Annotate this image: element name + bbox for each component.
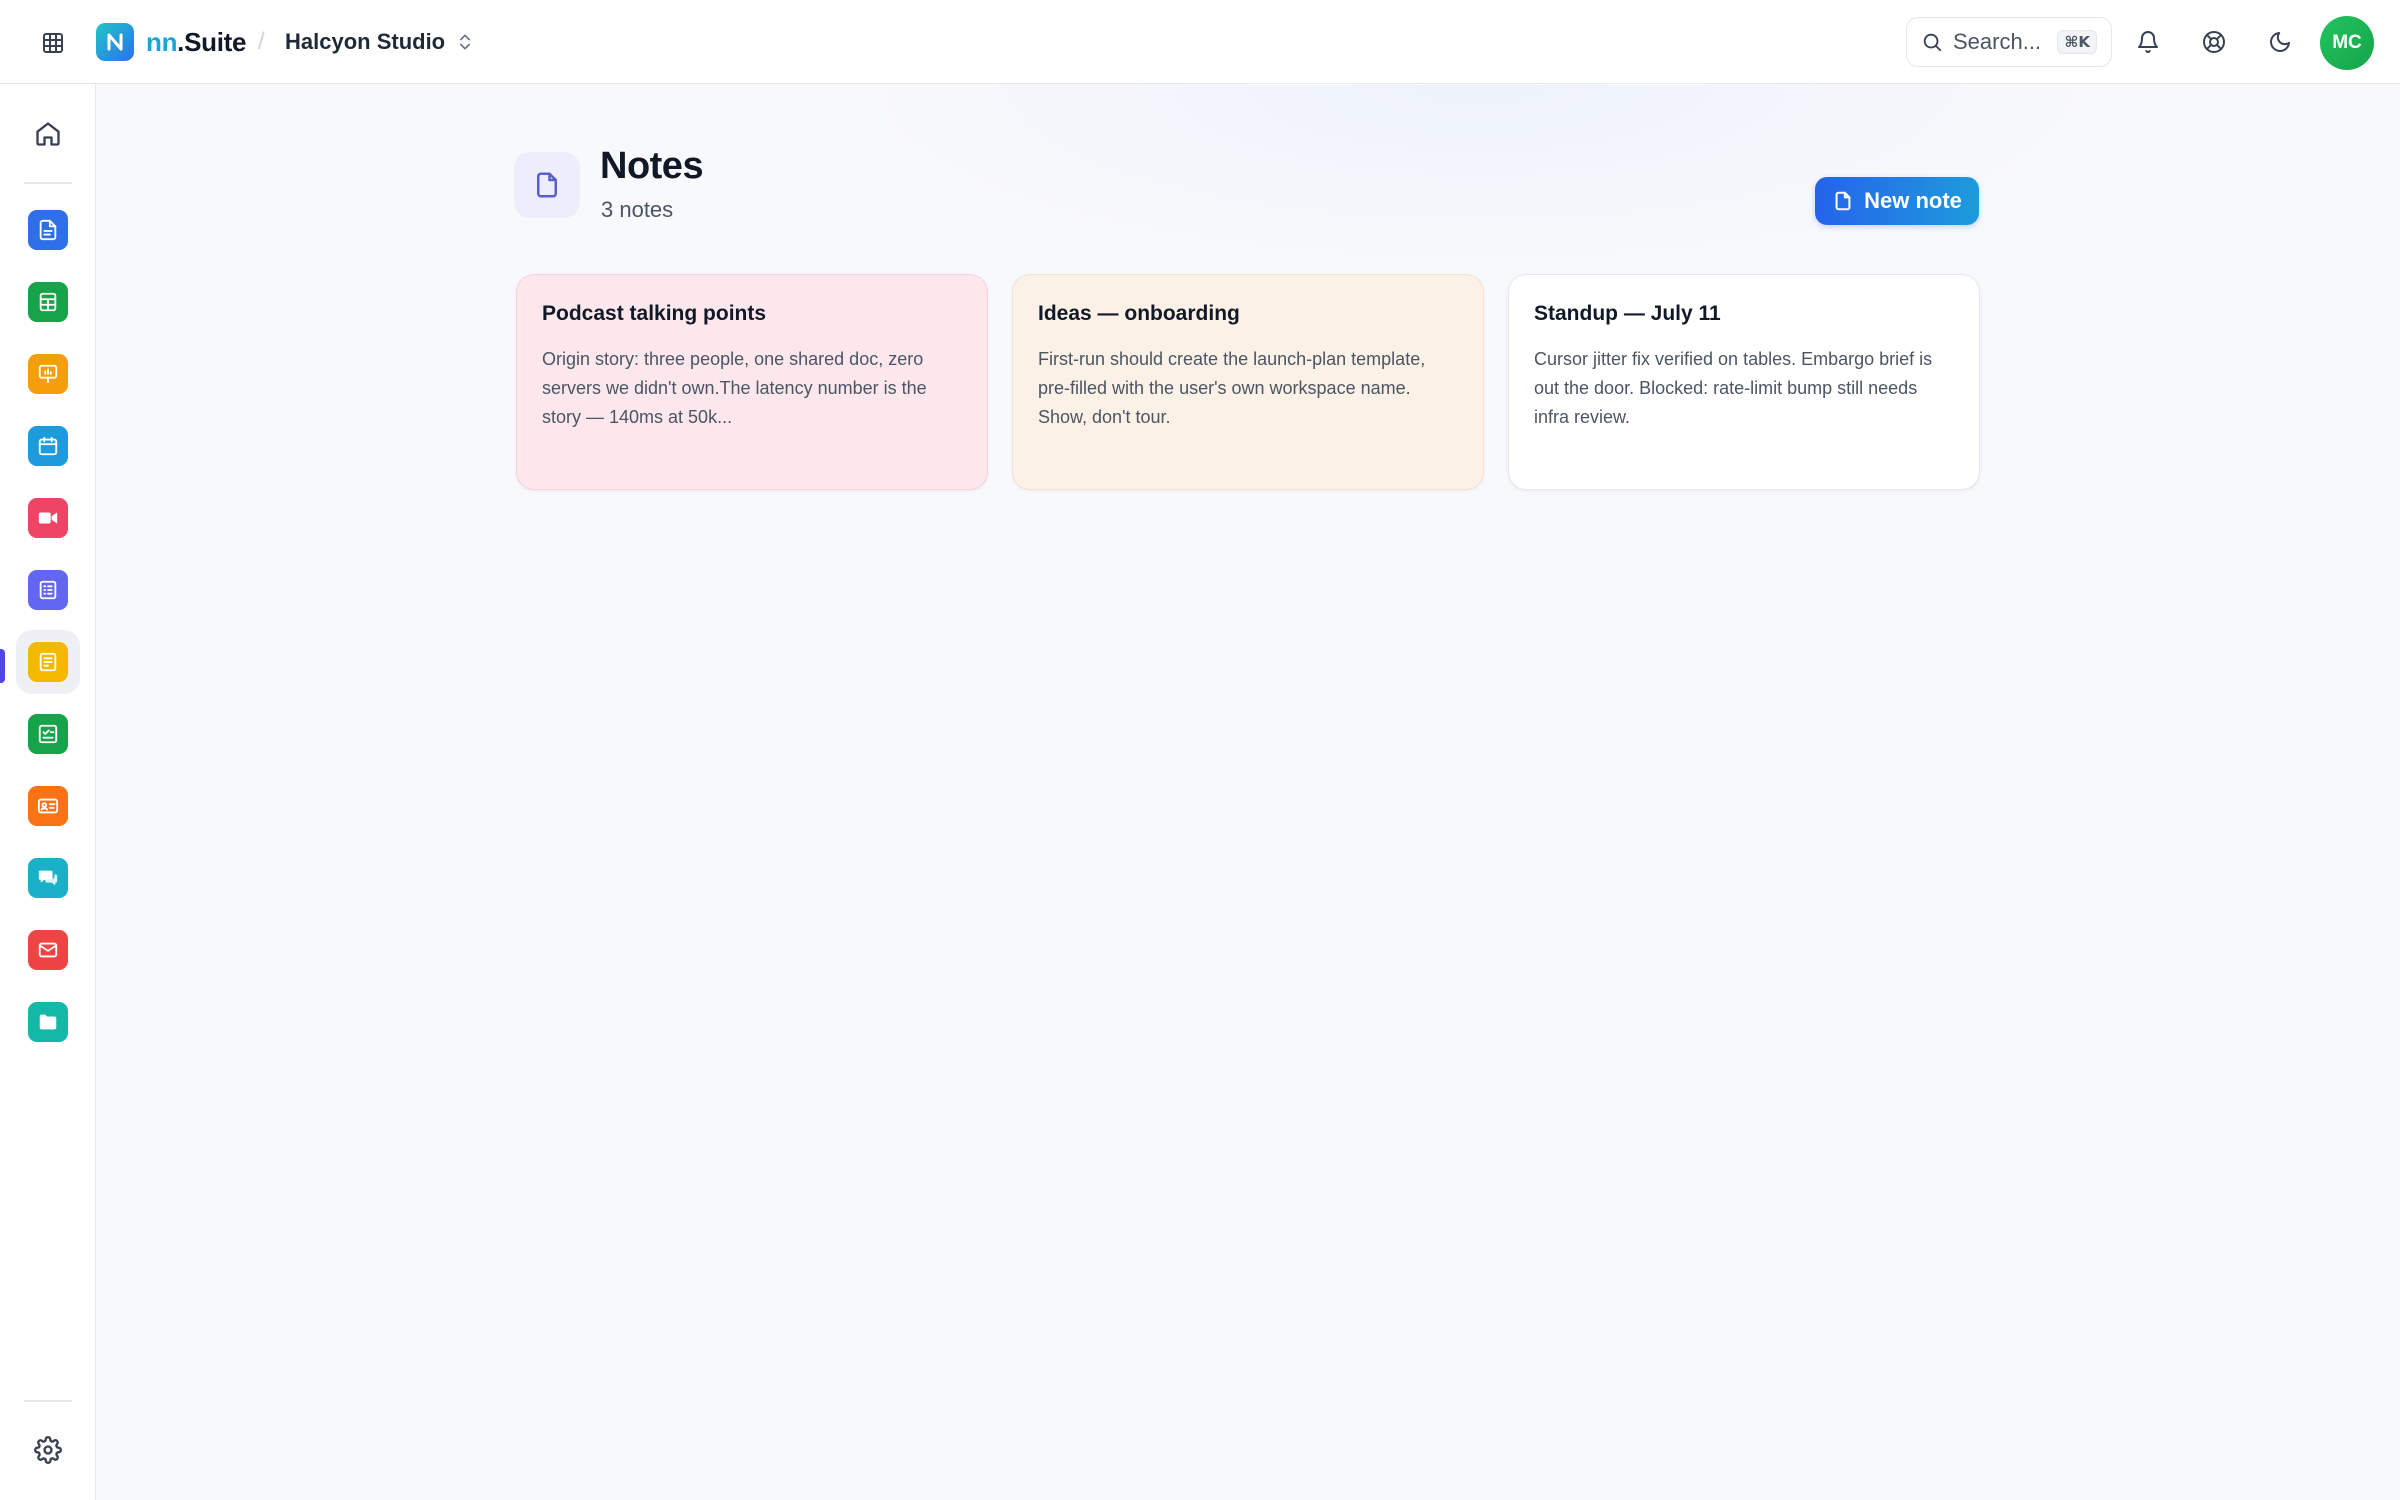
active-indicator — [0, 649, 5, 683]
sidebar-item-mail[interactable] — [16, 918, 80, 982]
brand-prefix: nn — [146, 27, 178, 57]
note-card-standup[interactable]: Standup — July 11 Cursor jitter fix veri… — [1508, 274, 1980, 490]
sidebar-item-meet[interactable] — [16, 486, 80, 550]
main-content: Notes 3 notes New note Podcast talking p… — [97, 85, 2400, 1500]
brand-logo[interactable] — [96, 23, 134, 61]
logo-n-icon — [107, 33, 123, 51]
presentation-icon — [38, 364, 58, 384]
page-title: Notes — [600, 145, 704, 187]
search-shortcut: ⌘K — [2057, 30, 2097, 54]
sidebar-item-contacts[interactable] — [16, 774, 80, 838]
note-title: Podcast talking points — [542, 302, 767, 325]
sidebar-item-slides[interactable] — [16, 342, 80, 406]
breadcrumb-separator: / — [258, 28, 265, 55]
sidebar — [0, 84, 96, 1500]
top-bar: nn.Suite / Halcyon Studio Search... ⌘K M… — [0, 0, 2400, 84]
sidebar-item-files[interactable] — [16, 990, 80, 1054]
moon-icon — [2270, 32, 2290, 52]
note-title: Standup — July 11 — [1534, 302, 1721, 325]
new-note-label: New note — [1864, 188, 1962, 213]
calendar-icon — [38, 436, 58, 456]
video-icon — [38, 512, 58, 524]
note-card-podcast[interactable]: Podcast talking points Origin story: thr… — [516, 274, 988, 490]
page-icon — [514, 152, 580, 218]
grid-icon — [43, 33, 63, 53]
notifications-button[interactable] — [2130, 24, 2166, 60]
form-icon — [39, 580, 57, 600]
search-placeholder: Search... — [1953, 29, 2042, 54]
sidebar-divider-bottom — [24, 1400, 72, 1402]
workspace-switcher[interactable]: Halcyon Studio — [285, 22, 475, 62]
sidebar-item-sheets[interactable] — [16, 270, 80, 334]
file-icon — [537, 172, 557, 198]
note-preview: Origin story: three people, one shared d… — [542, 349, 927, 427]
new-note-button[interactable]: New note — [1815, 177, 1979, 225]
folder-icon — [39, 1014, 57, 1030]
note-preview: First-run should create the launch-plan … — [1038, 349, 1426, 427]
sidebar-item-notes[interactable] — [16, 630, 80, 694]
brand-name[interactable]: nn.Suite — [146, 26, 246, 58]
chat-icon — [38, 870, 58, 886]
sidebar-item-tasks[interactable] — [16, 702, 80, 766]
sidebar-item-home[interactable] — [28, 114, 68, 154]
theme-toggle-button[interactable] — [2262, 24, 2298, 60]
search-icon — [1923, 33, 1942, 52]
lifebuoy-icon — [2203, 31, 2225, 53]
help-button[interactable] — [2196, 24, 2232, 60]
chevron-up-down-icon — [460, 34, 471, 50]
sidebar-item-calendar[interactable] — [16, 414, 80, 478]
note-card-onboarding[interactable]: Ideas — onboarding First-run should crea… — [1012, 274, 1484, 490]
file-plus-icon — [1835, 191, 1851, 211]
note-count: 3 notes — [601, 197, 674, 222]
tasks-icon — [38, 724, 58, 744]
mail-icon — [38, 942, 58, 958]
spreadsheet-icon — [39, 292, 57, 312]
app-grid-button[interactable] — [36, 26, 70, 60]
note-title: Ideas — onboarding — [1038, 302, 1240, 325]
sidebar-divider — [24, 182, 72, 184]
home-icon — [36, 122, 60, 146]
contact-card-icon — [37, 798, 59, 814]
document-icon — [39, 219, 57, 241]
note-icon — [39, 652, 57, 672]
settings-button[interactable] — [28, 1430, 68, 1470]
sidebar-item-docs[interactable] — [16, 198, 80, 262]
note-preview: Cursor jitter fix verified on tables. Em… — [1534, 349, 1933, 427]
workspace-name: Halcyon Studio — [285, 29, 446, 54]
avatar[interactable]: MC — [2320, 16, 2374, 70]
sidebar-item-forms[interactable] — [16, 558, 80, 622]
sidebar-item-chat[interactable] — [16, 846, 80, 910]
brand-suffix: .Suite — [177, 27, 247, 57]
search-input[interactable]: Search... ⌘K — [1906, 17, 2112, 67]
gear-icon — [34, 1436, 62, 1464]
bell-icon — [2138, 31, 2158, 53]
